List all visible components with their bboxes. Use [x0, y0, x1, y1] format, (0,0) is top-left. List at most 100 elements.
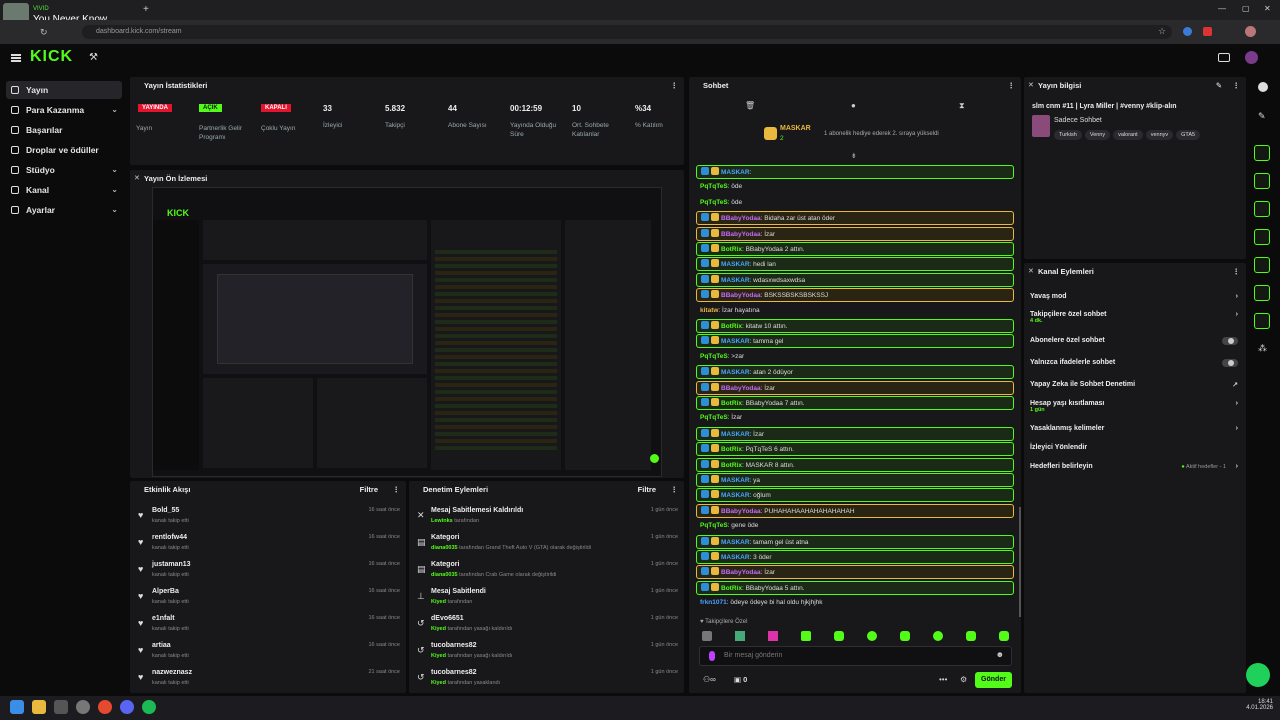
- chat-message[interactable]: BotRix: PqTqTeS 6 attın.: [696, 442, 1014, 457]
- action-followers-only[interactable]: Takipçilere özel sohbet 4 dk. ›: [1030, 311, 1242, 324]
- chat-scrollbar[interactable]: [1019, 507, 1021, 617]
- chat-username[interactable]: BotRix: [721, 462, 742, 469]
- user-avatar[interactable]: [1245, 51, 1258, 64]
- chat-message[interactable]: PqTqTeS: gene öde: [696, 519, 1014, 533]
- filter-button[interactable]: Filtre: [638, 481, 656, 499]
- action-emotes-only[interactable]: Yalnızca ifadelerle sohbet: [1030, 359, 1242, 367]
- emote-icon[interactable]: [834, 631, 844, 641]
- rail-layout-icon[interactable]: [1254, 285, 1270, 301]
- chat-message[interactable]: PqTqTeS: İzar: [696, 411, 1014, 425]
- category-thumbnail[interactable]: [1032, 115, 1050, 137]
- sidebar-item-kanal[interactable]: Kanal ⌄: [6, 181, 122, 199]
- send-button[interactable]: Gönder: [975, 672, 1012, 688]
- sidebar-item-studyo[interactable]: Stüdyo ⌄: [6, 161, 122, 179]
- sidebar-item-para-kazanma[interactable]: Para Kazanma ⌄: [6, 101, 122, 119]
- reload-icon[interactable]: ↻: [40, 27, 48, 38]
- chat-message[interactable]: BotRix: BBabyYodaa 5 attın.: [696, 580, 1014, 595]
- more-icon[interactable]: ⋮: [671, 481, 679, 499]
- chat-username[interactable]: BotRix: [721, 585, 742, 592]
- action-ai-moderation[interactable]: Yapay Zeka ile Sohbet Denetimi ↗: [1030, 381, 1242, 389]
- chat-message[interactable]: MASKAR: tamma gel: [696, 334, 1014, 349]
- rail-wrench-icon[interactable]: [1254, 313, 1270, 329]
- action-goals[interactable]: Hedefleri belirleyin ● Aktif hedefler - 1…: [1030, 463, 1242, 470]
- action-account-age[interactable]: Hesap yaşı kısıtlaması 1 gün ›: [1030, 400, 1242, 413]
- chat-username[interactable]: PqTqTeS: [700, 199, 728, 206]
- filter-button[interactable]: Filtre: [360, 481, 378, 499]
- sidebar-item-basarilar[interactable]: Başarılar: [6, 121, 122, 139]
- chat-message[interactable]: BotRix: BBabyYodaa 2 attın.: [696, 242, 1014, 256]
- app-icon[interactable]: [76, 700, 90, 714]
- chat-username[interactable]: MASKAR: [721, 477, 750, 484]
- tag[interactable]: GTA5: [1176, 130, 1201, 140]
- discord-icon[interactable]: [120, 700, 134, 714]
- sidebar-item-ayarlar[interactable]: Ayarlar ⌄: [6, 201, 122, 219]
- top-gifter-name[interactable]: MASKAR: [780, 125, 811, 132]
- edit-icon[interactable]: ✎: [1216, 77, 1222, 95]
- chat-message[interactable]: MASKAR: ya: [696, 473, 1014, 487]
- sidebar-item-yayin[interactable]: Yayın: [6, 81, 122, 99]
- chat-input[interactable]: Bir mesaj gönderin ☻: [699, 646, 1012, 666]
- profile-avatar[interactable]: [1245, 26, 1256, 37]
- chat-message[interactable]: BotRix: kitatw 10 attın.: [696, 319, 1014, 333]
- chat-username[interactable]: BBabyYodaa: [721, 292, 761, 299]
- tag[interactable]: vennyv: [1145, 130, 1174, 140]
- maximize-icon[interactable]: ▢: [1242, 4, 1250, 13]
- chrome-icon[interactable]: [98, 700, 112, 714]
- extension-icon[interactable]: [1203, 27, 1212, 36]
- emote-icon[interactable]: [933, 631, 943, 641]
- chat-bubble-icon[interactable]: ●: [851, 101, 856, 110]
- follower-name[interactable]: justaman13: [152, 561, 191, 568]
- chat-username[interactable]: BotRix: [721, 400, 742, 407]
- gear-icon[interactable]: ⚙: [960, 675, 967, 684]
- more-icon[interactable]: ⋮: [393, 481, 401, 499]
- minimize-icon[interactable]: —: [1218, 4, 1226, 13]
- url-field[interactable]: dashboard.kick.com/stream: [82, 25, 1172, 39]
- action-slow-mode[interactable]: Yavaş mod ›: [1030, 293, 1242, 300]
- chat-message[interactable]: MASKAR:: [696, 165, 1014, 179]
- chat-username[interactable]: BotRix: [721, 446, 742, 453]
- chat-message[interactable]: frkn1071: ödeye ödeye bi hal oldu hjkjhj…: [696, 596, 1014, 610]
- app-icon[interactable]: [54, 700, 68, 714]
- action-banned-words[interactable]: Yasaklanmış kelimeler ›: [1030, 425, 1242, 432]
- chat-message[interactable]: BBabyYodaa: BSKSSBSKSBSKSSJ: [696, 288, 1014, 303]
- moderator-name[interactable]: Lewinks: [431, 518, 453, 524]
- rail-doc-icon[interactable]: [1254, 201, 1270, 217]
- chat-message[interactable]: PqTqTeS: öde: [696, 180, 1014, 194]
- mic-icon[interactable]: [709, 651, 715, 661]
- spotify-icon[interactable]: [142, 700, 156, 714]
- chat-username[interactable]: MASKAR: [721, 554, 750, 561]
- chat-username[interactable]: BBabyYodaa: [721, 215, 761, 222]
- emote-icon[interactable]: [768, 631, 778, 641]
- chat-username[interactable]: MASKAR: [721, 492, 750, 499]
- rail-chat-icon[interactable]: [1254, 229, 1270, 245]
- chat-message[interactable]: BotRix: BBabyYodaa 7 attın.: [696, 396, 1014, 410]
- chat-message[interactable]: BBabyYodaa: İzar: [696, 380, 1014, 395]
- chat-username[interactable]: MASKAR: [721, 539, 750, 546]
- chat-username[interactable]: MASKAR: [721, 338, 750, 345]
- chat-message[interactable]: BBabyYodaa: PUHAHAHAAHAHAHAHAHAH: [696, 503, 1014, 518]
- new-tab-button[interactable]: +: [143, 4, 149, 15]
- chat-username[interactable]: MASKAR: [721, 369, 750, 376]
- pin-icon[interactable]: ⇟: [851, 152, 857, 160]
- trash-icon[interactable]: 🗑: [745, 101, 755, 110]
- chat-username[interactable]: BBabyYodaa: [721, 508, 761, 515]
- chat-message[interactable]: MASKAR: 3 öder: [696, 550, 1014, 564]
- chat-message[interactable]: BBabyYodaa: Bidaha zar üst atan öder: [696, 211, 1014, 226]
- chat-username[interactable]: PqTqTeS: [700, 522, 728, 529]
- menu-icon[interactable]: [11, 54, 21, 62]
- emote-icon[interactable]: [900, 631, 910, 641]
- emoji-icon[interactable]: ☻: [996, 650, 1004, 659]
- chat-username[interactable]: BBabyYodaa: [721, 569, 761, 576]
- chat-message[interactable]: BotRix: MASKAR 8 attın.: [696, 457, 1014, 472]
- chat-message[interactable]: MASKAR: atan 2 ödüyor: [696, 365, 1014, 380]
- emote-icon[interactable]: [735, 631, 745, 641]
- emote-icon[interactable]: [999, 631, 1009, 641]
- chat-message[interactable]: MASKAR: wdasxwdsaxwdsa: [696, 272, 1014, 287]
- clock[interactable]: 18:41 4.01.2026: [1243, 699, 1273, 711]
- chat-username[interactable]: BotRix: [721, 323, 742, 330]
- chat-message[interactable]: MASKAR: İzar: [696, 426, 1014, 441]
- tag[interactable]: Turkish: [1054, 130, 1082, 140]
- emote-icon[interactable]: [966, 631, 976, 641]
- chat-message[interactable]: BBabyYodaa: İzar: [696, 565, 1014, 580]
- kick-logo[interactable]: KICK: [30, 48, 73, 66]
